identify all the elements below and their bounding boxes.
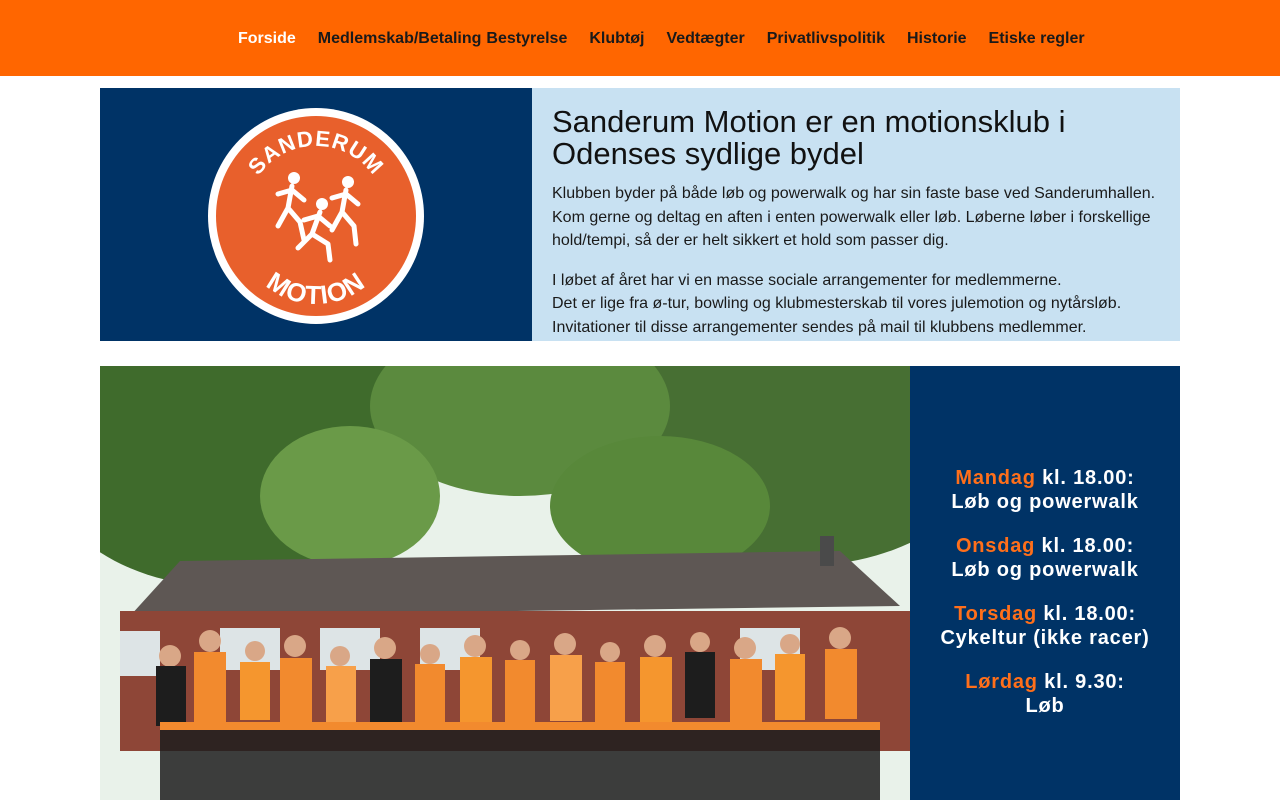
schedule-item: Torsdag kl. 18.00: Cykeltur (ikke racer) xyxy=(910,602,1180,650)
schedule-time: kl. 9.30: xyxy=(1037,671,1125,693)
nav-item-forside[interactable]: Forside xyxy=(238,30,296,47)
title-line: Sanderum Motion er en motionsklub i xyxy=(552,104,1066,139)
nav-item-klubtoej[interactable]: Klubtøj xyxy=(589,30,644,47)
page-title: Sanderum Motion er en motionsklub i Oden… xyxy=(552,106,1160,170)
nav-item-medlemskab[interactable]: Medlemskab/Betaling xyxy=(318,30,482,47)
training-schedule: Mandag kl. 18.00: Løb og powerwalk Onsda… xyxy=(910,366,1180,800)
nav-item-privatlivspolitik[interactable]: Privatlivspolitik xyxy=(767,30,885,47)
logo-bottom-text: MOTION xyxy=(262,266,370,311)
text-line: I løbet af året har vi en masse sociale … xyxy=(552,271,1062,289)
nav-item-historie[interactable]: Historie xyxy=(907,30,967,47)
nav-item-vedtaegter[interactable]: Vedtægter xyxy=(666,30,744,47)
club-members-photo xyxy=(100,366,910,800)
schedule-day: Lørdag xyxy=(965,671,1038,693)
schedule-time: kl. 18.00: xyxy=(1035,467,1135,489)
title-line: Odenses sydlige bydel xyxy=(552,136,864,171)
intro-paragraph: Klubben byder på både løb og powerwalk o… xyxy=(552,182,1160,253)
group-photo xyxy=(100,366,910,800)
svg-text:MOTION: MOTION xyxy=(262,266,371,311)
schedule-list: Mandag kl. 18.00: Løb og powerwalk Onsda… xyxy=(910,466,1180,738)
text-line: hold/tempi, så der er helt sikkert et ho… xyxy=(552,232,949,249)
schedule-item: Lørdag kl. 9.30: Løb xyxy=(910,670,1180,718)
nav-item-bestyrelse[interactable]: Bestyrelse xyxy=(486,30,567,47)
nav-list: Forside Medlemskab/Betaling Bestyrelse K… xyxy=(238,29,1107,49)
schedule-day: Mandag xyxy=(955,467,1036,489)
logo-top-text: SANDERUM xyxy=(243,126,388,180)
svg-text:SANDERUM: SANDERUM xyxy=(243,126,389,180)
schedule-activity: Løb og powerwalk xyxy=(951,559,1139,581)
schedule-time: kl. 18.00: xyxy=(1035,535,1135,557)
schedule-time: kl. 18.00: xyxy=(1037,603,1136,625)
running-people-icon: SANDERUM MOTION xyxy=(243,126,389,311)
schedule-activity: Cykeltur (ikke racer) xyxy=(940,627,1150,649)
schedule-activity: Løb og powerwalk xyxy=(951,491,1139,513)
intro-section: SANDERUM MOTION Sanderum Motion er en mo… xyxy=(100,88,1180,341)
text-line: Kom gerne og deltag en aften i enten pow… xyxy=(552,208,1151,226)
intro-text-panel: Sanderum Motion er en motionsklub i Oden… xyxy=(532,88,1180,341)
top-navigation: Forside Medlemskab/Betaling Bestyrelse K… xyxy=(0,0,1280,76)
schedule-item: Onsdag kl. 18.00: Løb og powerwalk xyxy=(910,534,1180,582)
logo-panel: SANDERUM MOTION xyxy=(100,88,532,341)
schedule-day: Onsdag xyxy=(955,535,1036,557)
text-line: Invitationer til disse arrangementer sen… xyxy=(552,318,1087,336)
schedule-item: Mandag kl. 18.00: Løb og powerwalk xyxy=(910,466,1180,514)
text-line: Det er lige fra ø-tur, bowling og klubme… xyxy=(552,295,1122,312)
social-paragraph: I løbet af året har vi en masse sociale … xyxy=(552,269,1160,340)
nav-item-etiske-regler[interactable]: Etiske regler xyxy=(989,30,1085,47)
club-logo: SANDERUM MOTION xyxy=(208,108,424,324)
schedule-day: Torsdag xyxy=(954,603,1038,625)
text-line: Klubben byder på både løb og powerwalk o… xyxy=(552,185,1156,202)
schedule-activity: Løb xyxy=(1025,695,1065,717)
